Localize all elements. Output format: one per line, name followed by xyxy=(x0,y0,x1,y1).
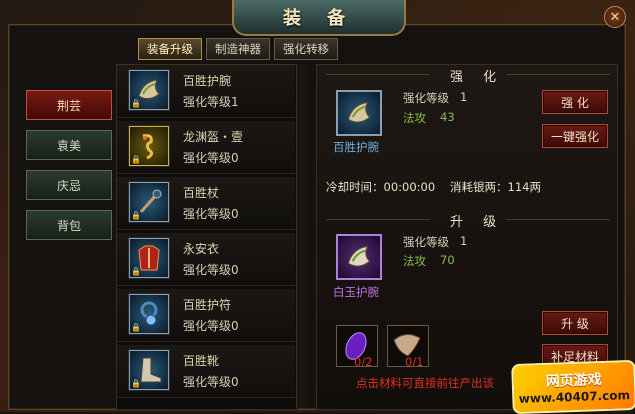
window-title: 装 备 xyxy=(232,0,406,36)
strengthen-stat-value: 43 xyxy=(440,110,455,124)
strengthen-stat-label: 法攻 xyxy=(403,111,426,125)
material-count: 0/2 xyxy=(354,355,373,369)
category-yuanmei[interactable]: 袁美 xyxy=(26,130,112,160)
upgrade-level-label: 强化等级 xyxy=(403,235,449,249)
tab-bar: 装备升级 制造神器 强化转移 xyxy=(138,38,338,60)
one-click-strengthen-button[interactable]: 一键强化 xyxy=(542,124,608,148)
bracer-icon[interactable] xyxy=(336,90,382,136)
list-item[interactable]: 🔒 龙渊盔・壹 强化等级0 xyxy=(117,121,295,174)
upgrade-level-value: 1 xyxy=(460,234,468,248)
item-name: 百胜护腕 xyxy=(183,74,232,88)
lock-icon: 🔒 xyxy=(131,323,141,332)
item-name: 百胜护符 xyxy=(183,298,232,312)
item-name: 龙渊盔・壹 xyxy=(183,130,244,144)
lock-icon: 🔒 xyxy=(131,155,141,164)
watermark-line2: www.40407.com xyxy=(518,388,631,406)
item-level: 强化等级0 xyxy=(183,207,239,221)
category-jingyun[interactable]: 荆芸 xyxy=(26,90,112,120)
upgrade-stat-label: 法攻 xyxy=(403,254,426,268)
material-hint-text: 点击材料可直接前往产出该 xyxy=(356,376,494,390)
list-item[interactable]: 🔒 百胜靴 强化等级0 xyxy=(117,345,295,398)
lock-icon: 🔒 xyxy=(131,267,141,276)
upgrade-item-name: 白玉护腕 xyxy=(333,285,379,299)
category-qingji[interactable]: 庆忌 xyxy=(26,170,112,200)
tab-craft-artifact[interactable]: 制造神器 xyxy=(206,38,270,60)
category-backpack[interactable]: 背包 xyxy=(26,210,112,240)
list-item[interactable]: 🔒 百胜护符 强化等级0 xyxy=(117,289,295,342)
upgrade-stat-value: 70 xyxy=(440,253,455,267)
site-watermark-logo: 网页游戏 www.40407.com xyxy=(511,359,635,414)
strengthen-level-value: 1 xyxy=(460,90,468,104)
equipment-list: 🔒 百胜护腕 强化等级1 🔒 龙渊盔・壹 强化等级0 🔒 百胜杖 强化等级0 🔒… xyxy=(116,64,298,410)
item-level: 强化等级1 xyxy=(183,95,239,109)
list-item[interactable]: 🔒 百胜护腕 强化等级1 xyxy=(117,65,295,118)
list-scrollbar[interactable] xyxy=(296,64,307,408)
lock-icon: 🔒 xyxy=(131,211,141,220)
list-item[interactable]: 🔒 百胜杖 强化等级0 xyxy=(117,177,295,230)
dragon-helmet-icon: 🔒 xyxy=(129,126,169,166)
watermark-line1: 网页游戏 xyxy=(545,372,603,390)
armor-icon: 🔒 xyxy=(129,238,169,278)
boots-icon: 🔒 xyxy=(129,350,169,390)
silver-cost-text: 消耗银两：114两 xyxy=(450,180,541,194)
divider xyxy=(506,219,610,220)
strengthen-level-label: 强化等级 xyxy=(403,91,449,105)
upgrade-button[interactable]: 升 级 xyxy=(542,311,608,335)
material-count: 0/1 xyxy=(405,355,424,369)
divider xyxy=(506,74,610,75)
tab-strengthen-transfer[interactable]: 强化转移 xyxy=(274,38,338,60)
item-name: 永安衣 xyxy=(183,242,220,256)
divider xyxy=(326,74,430,75)
item-level: 强化等级0 xyxy=(183,263,239,277)
item-name: 百胜靴 xyxy=(183,354,220,368)
cooldown-text: 冷却时间：00:00:00 xyxy=(326,180,436,194)
lock-icon: 🔒 xyxy=(131,99,141,108)
jade-bracer-icon[interactable] xyxy=(336,234,382,280)
item-level: 强化等级0 xyxy=(183,319,239,333)
strengthen-section-title: 强 化 xyxy=(450,70,505,85)
staff-icon: 🔒 xyxy=(129,182,169,222)
list-item[interactable]: 🔒 永安衣 强化等级0 xyxy=(117,233,295,286)
bracer-icon: 🔒 xyxy=(129,70,169,110)
strengthen-item-name: 百胜护腕 xyxy=(333,140,379,154)
strengthen-button[interactable]: 强 化 xyxy=(542,90,608,114)
upgrade-section-title: 升 级 xyxy=(450,215,505,230)
divider xyxy=(326,219,430,220)
item-level: 强化等级0 xyxy=(183,375,239,389)
item-name: 百胜杖 xyxy=(183,186,220,200)
amulet-icon: 🔒 xyxy=(129,294,169,334)
lock-icon: 🔒 xyxy=(131,379,141,388)
item-level: 强化等级0 xyxy=(183,151,239,165)
tab-equipment-upgrade[interactable]: 装备升级 xyxy=(138,38,202,60)
close-button[interactable]: ✕ xyxy=(604,6,626,28)
